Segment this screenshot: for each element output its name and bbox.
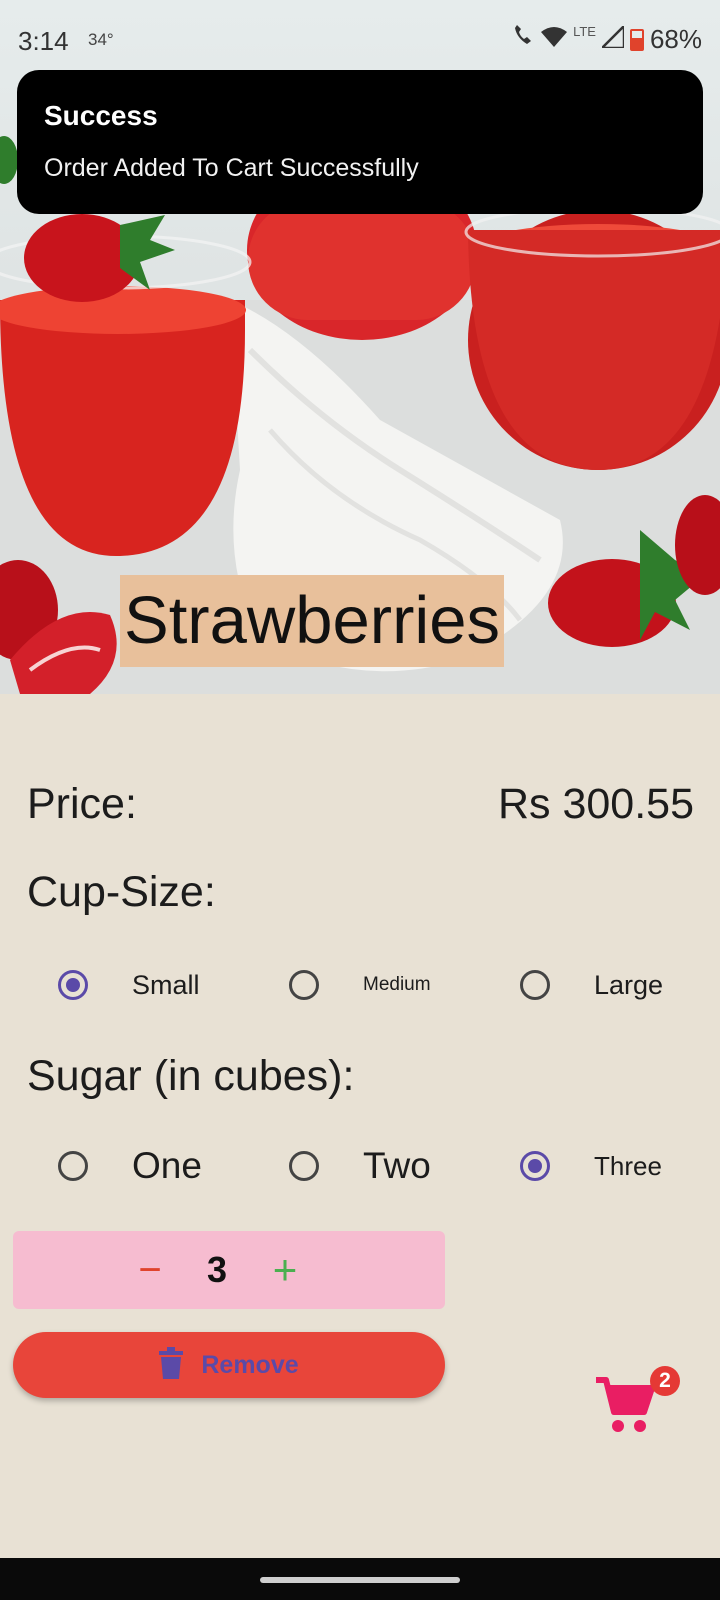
cup-size-label-medium: Medium [363,974,431,995]
toast-message: Order Added To Cart Successfully [44,154,419,182]
sugar-label: Sugar (in cubes): [27,1052,355,1100]
sugar-option-one[interactable]: One [58,1136,202,1196]
cup-size-label: Cup-Size: [27,868,216,916]
price-value: Rs 300.55 [497,780,694,828]
sugar-option-three[interactable]: Three [520,1136,662,1196]
wifi-icon [541,24,568,55]
remove-label: Remove [201,1350,299,1379]
signal-icon [598,22,626,55]
sugar-option-two[interactable]: Two [289,1136,431,1196]
cup-size-options: Small Medium Large [0,955,720,1015]
status-icons: LTE 68% [511,22,702,55]
status-temperature: 34° [88,30,114,49]
cup-size-label-small: Small [132,969,200,1000]
toast-title: Success [44,100,158,131]
cup-size-label-large: Large [594,969,664,1000]
cart-badge: 2 [650,1366,680,1396]
radio-medium[interactable] [289,970,319,1000]
product-title: Strawberries [120,575,505,667]
cup-size-option-small[interactable]: Small [58,955,200,1015]
radio-one[interactable] [58,1151,88,1181]
radio-large[interactable] [520,970,550,1000]
success-toast[interactable]: Success Order Added To Cart Successfully [17,70,703,214]
cup-size-option-large[interactable]: Large [520,955,663,1015]
home-gesture-handle[interactable] [260,1577,460,1583]
radio-two[interactable] [289,1151,319,1181]
cart-button[interactable]: 2 [594,1362,684,1442]
navigation-bar [0,1558,720,1600]
status-network: LTE [573,24,596,39]
radio-three[interactable] [520,1151,550,1181]
status-time: 3:14 [18,26,69,56]
quantity-stepper: − 3 + [13,1231,445,1309]
price-label: Price: [27,780,137,828]
sugar-options: One Two Three [0,1136,720,1196]
sugar-label-three: Three [594,1150,662,1181]
sugar-label-two: Two [363,1145,431,1186]
sugar-label-one: One [132,1145,202,1186]
battery-icon [629,28,644,51]
radio-small[interactable] [58,970,88,1000]
status-battery: 68% [649,24,702,54]
trash-icon [159,1346,184,1384]
increase-quantity-button[interactable]: + [265,1243,305,1297]
decrease-quantity-button[interactable]: − [130,1243,170,1297]
remove-button[interactable]: Remove [13,1332,445,1398]
cup-size-option-medium[interactable]: Medium [289,955,431,1015]
cart-icon [594,1374,656,1441]
wifi-call-icon [511,24,535,55]
status-bar: 3:14 34° LTE 68% [0,0,720,70]
quantity-value: 3 [206,1249,228,1290]
